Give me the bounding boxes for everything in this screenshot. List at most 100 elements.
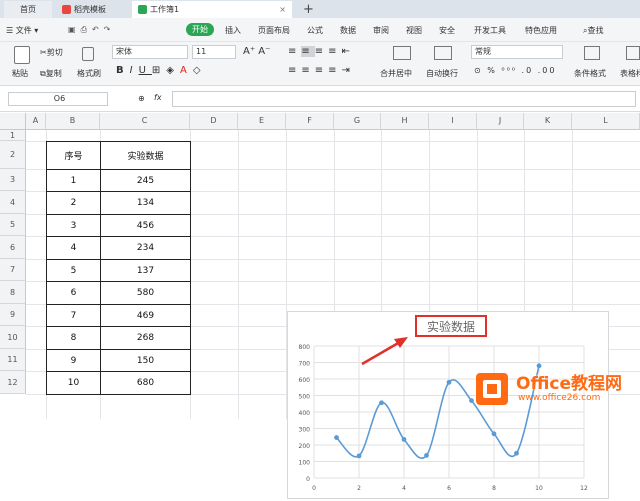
tab-view[interactable]: 视图 [406, 25, 422, 36]
row-header[interactable]: 10 [0, 326, 26, 349]
font-grow-icon[interactable]: A⁺ A⁻ [243, 46, 270, 57]
font-color-icon[interactable]: A [180, 65, 193, 76]
cut-button[interactable]: ✂剪切 [40, 47, 63, 58]
font-family-select[interactable]: 宋体 [112, 45, 188, 59]
wrap-button[interactable]: 自动换行 [426, 68, 458, 79]
table-cell[interactable]: 7 [46, 304, 101, 327]
quick-access-toolbar[interactable]: ▣⎙↶↷ [68, 25, 115, 35]
table-cell[interactable]: 10 [46, 371, 101, 395]
row-header[interactable]: 12 [0, 371, 26, 394]
table-cell[interactable]: 469 [100, 304, 191, 327]
column-header[interactable]: G [334, 113, 381, 130]
save-icon[interactable]: ▣ [68, 25, 81, 34]
print-icon[interactable]: ⎙ [81, 25, 92, 34]
name-box[interactable]: O6 [8, 92, 108, 106]
column-header[interactable]: I [429, 113, 477, 130]
font-size-select[interactable]: 11 [192, 45, 236, 59]
font-style-group[interactable]: BIU⊞◈A◇ [116, 65, 207, 76]
format-painter-icon[interactable] [82, 47, 94, 61]
table-cell[interactable]: 150 [100, 349, 191, 372]
tab-developer[interactable]: 开发工具 [474, 25, 506, 36]
format-painter-button[interactable]: 格式刷 [77, 68, 101, 79]
tab-data[interactable]: 数据 [340, 25, 356, 36]
row-header[interactable]: 11 [0, 349, 26, 371]
table-cell[interactable]: 6 [46, 281, 101, 305]
row-header[interactable]: 7 [0, 259, 26, 281]
row-header[interactable]: 8 [0, 281, 26, 304]
fx-icon[interactable]: fx [154, 93, 162, 102]
tab-workbook[interactable]: 工作簿1 × [132, 1, 292, 18]
paste-icon[interactable] [14, 46, 30, 64]
table-cell[interactable]: 序号 [46, 141, 101, 170]
column-header[interactable]: L [572, 113, 640, 130]
table-cell[interactable]: 5 [46, 259, 101, 282]
table-cell[interactable]: 2 [46, 191, 101, 215]
new-tab-button[interactable]: + [303, 1, 317, 18]
column-header[interactable]: K [524, 113, 572, 130]
table-style-button[interactable]: 表格样 [620, 68, 640, 79]
table-cell[interactable]: 268 [100, 326, 191, 350]
italic-icon[interactable]: I [130, 65, 139, 76]
row-header[interactable]: 1 [0, 130, 26, 141]
number-format-group[interactable]: ⊙ % ⁰⁰⁰ .0 .00 [474, 66, 556, 75]
paste-button[interactable]: 粘贴 [12, 68, 28, 79]
tab-review[interactable]: 审阅 [373, 25, 389, 36]
fill-color-icon[interactable]: ◈ [166, 65, 180, 76]
table-cell[interactable]: 245 [100, 169, 191, 192]
row-header[interactable]: 2 [0, 141, 26, 169]
tab-special[interactable]: 特色应用 [525, 25, 557, 36]
column-header[interactable]: F [286, 113, 334, 130]
row-header[interactable]: 3 [0, 169, 26, 191]
table-cell[interactable]: 137 [100, 259, 191, 282]
table-cell[interactable]: 3 [46, 214, 101, 237]
table-cell[interactable]: 580 [100, 281, 191, 305]
undo-icon[interactable]: ↶ [92, 25, 104, 34]
merge-icon[interactable] [393, 46, 411, 60]
copy-button[interactable]: ⧉复制 [40, 68, 62, 79]
column-header[interactable]: C [100, 113, 190, 130]
align-bottom-group[interactable]: ≡≡≡≡⇥ [288, 65, 355, 76]
tab-formula[interactable]: 公式 [307, 25, 323, 36]
conditional-format-icon[interactable] [584, 46, 600, 60]
table-cell[interactable]: 456 [100, 214, 191, 237]
zoom-icon[interactable]: ⊕ [138, 94, 145, 103]
column-header[interactable]: A [26, 113, 46, 130]
column-header[interactable]: E [238, 113, 286, 130]
table-cell[interactable]: 680 [100, 371, 191, 395]
tab-security[interactable]: 安全 [439, 25, 455, 36]
table-cell[interactable]: 实验数据 [100, 141, 191, 170]
table-cell[interactable]: 8 [46, 326, 101, 350]
conditional-format-button[interactable]: 条件格式 [574, 68, 606, 79]
tab-insert[interactable]: 插入 [225, 25, 241, 36]
select-all-corner[interactable] [0, 113, 26, 130]
column-header[interactable]: B [46, 113, 100, 130]
number-format-select[interactable]: 常规 [471, 45, 563, 59]
redo-icon[interactable]: ↷ [104, 25, 116, 34]
tab-page-layout[interactable]: 页面布局 [258, 25, 290, 36]
tab-start[interactable]: 开始 [186, 23, 214, 36]
border-icon[interactable]: ⊞ [152, 65, 166, 76]
close-icon[interactable]: × [279, 5, 286, 14]
table-cell[interactable]: 234 [100, 236, 191, 260]
table-cell[interactable]: 9 [46, 349, 101, 372]
search-button[interactable]: ⌕查找 [583, 25, 603, 36]
merge-button[interactable]: 合并居中 [380, 68, 412, 79]
column-header[interactable]: D [190, 113, 238, 130]
align-top-group[interactable]: ≡≡≡≡⇤ [288, 46, 355, 57]
table-cell[interactable]: 134 [100, 191, 191, 215]
tab-docer[interactable]: 稻壳模板 [56, 1, 126, 18]
underline-icon[interactable]: U [139, 65, 152, 76]
formula-input[interactable] [172, 91, 636, 107]
row-header[interactable]: 9 [0, 304, 26, 326]
row-header[interactable]: 6 [0, 236, 26, 259]
row-header[interactable]: 5 [0, 214, 26, 236]
row-header[interactable]: 4 [0, 191, 26, 214]
table-style-icon[interactable] [626, 46, 640, 60]
file-menu[interactable]: ☰ 文件 ▾ [6, 25, 38, 36]
column-header[interactable]: H [381, 113, 429, 130]
eraser-icon[interactable]: ◇ [193, 65, 207, 76]
wrap-icon[interactable] [434, 46, 452, 60]
bold-icon[interactable]: B [116, 65, 130, 76]
column-header[interactable]: J [477, 113, 524, 130]
tab-home[interactable]: 首页 [4, 1, 52, 18]
